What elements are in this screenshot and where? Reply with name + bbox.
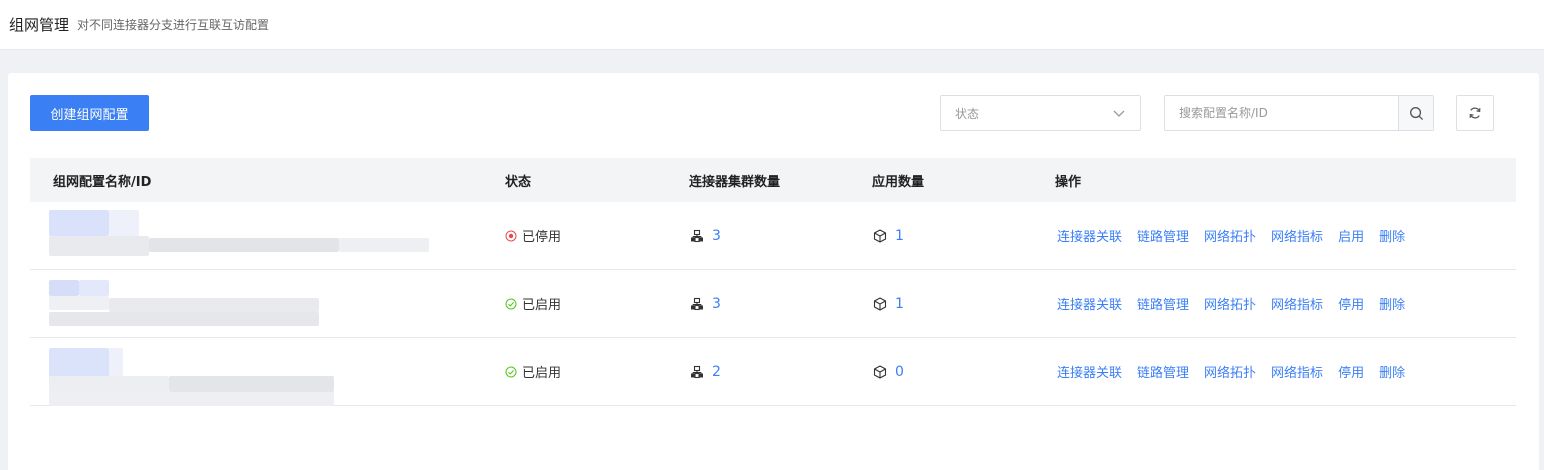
toggle-status-link[interactable]: 停用 [1338, 362, 1364, 381]
column-header-app-count: 应用数量 [872, 174, 925, 190]
table-header: 组网配置名称/ID 状态 连接器集群数量 应用数量 操作 [30, 158, 1516, 202]
cluster-count-link[interactable]: 3 [712, 228, 721, 244]
connector-association-link[interactable]: 连接器关联 [1057, 226, 1122, 245]
network-metrics-link[interactable]: 网络指标 [1271, 226, 1323, 245]
delete-link[interactable]: 删除 [1379, 226, 1405, 245]
app-count-cell: 1 [873, 270, 904, 337]
table-row: 已启用 3 1 连接器关联 链路管理 网络拓扑 网络指标 停用 删除 [30, 270, 1516, 338]
config-name-redacted [49, 208, 429, 264]
check-circle-icon [505, 298, 517, 309]
cube-icon [873, 364, 887, 379]
stop-circle-icon [505, 230, 517, 241]
chevron-down-icon [1113, 110, 1125, 117]
status-text: 已启用 [522, 298, 562, 313]
status-cell: 已启用 [505, 270, 561, 337]
delete-link[interactable]: 删除 [1379, 362, 1405, 381]
table-row: 已停用 3 1 连接器关联 链路管理 网络拓扑 网络指标 启用 删除 [30, 202, 1516, 270]
cluster-count-cell: 3 [690, 270, 721, 337]
app-count-link[interactable]: 1 [895, 228, 904, 244]
status-text: 已启用 [522, 366, 562, 381]
link-management-link[interactable]: 链路管理 [1137, 362, 1189, 381]
cluster-icon [691, 229, 703, 242]
link-management-link[interactable]: 链路管理 [1137, 226, 1189, 245]
cluster-icon [691, 365, 703, 378]
refresh-icon [1469, 107, 1481, 119]
search-box [1164, 95, 1434, 131]
refresh-button[interactable] [1456, 95, 1494, 131]
table-body: 已停用 3 1 连接器关联 链路管理 网络拓扑 网络指标 启用 删除 已启用 3 1 连接器关联 链路管理… [30, 202, 1516, 406]
search-input[interactable] [1165, 96, 1398, 130]
toggle-status-link[interactable]: 停用 [1338, 294, 1364, 313]
cube-icon [873, 228, 887, 243]
column-header-name: 组网配置名称/ID [53, 174, 152, 190]
check-circle-icon [505, 366, 517, 377]
column-header-status: 状态 [505, 174, 532, 190]
status-text: 已停用 [522, 230, 562, 245]
delete-link[interactable]: 删除 [1379, 294, 1405, 313]
toggle-status-link[interactable]: 启用 [1338, 226, 1364, 245]
search-button[interactable] [1398, 96, 1433, 130]
search-icon [1409, 106, 1423, 120]
app-count-link[interactable]: 1 [895, 296, 904, 312]
status-cell: 已停用 [505, 202, 561, 269]
network-topology-link[interactable]: 网络拓扑 [1204, 226, 1256, 245]
cluster-count-link[interactable]: 3 [712, 296, 721, 312]
column-header-actions: 操作 [1055, 174, 1082, 190]
content-card: 创建组网配置 状态 组网配置名称/ID 状态 连接器集群数量 应用数量 操作 已… [8, 73, 1539, 470]
actions-cell: 连接器关联 链路管理 网络拓扑 网络指标 停用 删除 [1057, 338, 1420, 405]
actions-cell: 连接器关联 链路管理 网络拓扑 网络指标 启用 删除 [1057, 202, 1420, 269]
cluster-count-cell: 2 [690, 338, 721, 405]
config-name-redacted [49, 276, 429, 332]
config-name-redacted [49, 344, 429, 406]
table-row: 已启用 2 0 连接器关联 链路管理 网络拓扑 网络指标 停用 删除 [30, 338, 1516, 406]
status-cell: 已启用 [505, 338, 561, 405]
connector-association-link[interactable]: 连接器关联 [1057, 362, 1122, 381]
page-subtitle: 对不同连接器分支进行互联互访配置 [77, 18, 270, 32]
network-metrics-link[interactable]: 网络指标 [1271, 294, 1323, 313]
page-header: 组网管理 对不同连接器分支进行互联互访配置 [0, 0, 1544, 50]
cube-icon [873, 296, 887, 311]
page-title: 组网管理 [9, 16, 70, 34]
create-network-config-button[interactable]: 创建组网配置 [30, 95, 149, 131]
status-filter-placeholder: 状态 [955, 106, 980, 121]
cluster-count-link[interactable]: 2 [712, 364, 721, 380]
status-filter-select[interactable]: 状态 [940, 95, 1141, 131]
actions-cell: 连接器关联 链路管理 网络拓扑 网络指标 停用 删除 [1057, 270, 1420, 337]
app-count-cell: 0 [873, 338, 904, 405]
column-header-cluster-count: 连接器集群数量 [689, 174, 781, 190]
network-metrics-link[interactable]: 网络指标 [1271, 362, 1323, 381]
network-topology-link[interactable]: 网络拓扑 [1204, 362, 1256, 381]
network-topology-link[interactable]: 网络拓扑 [1204, 294, 1256, 313]
link-management-link[interactable]: 链路管理 [1137, 294, 1189, 313]
app-count-cell: 1 [873, 202, 904, 269]
app-count-link[interactable]: 0 [895, 364, 904, 380]
cluster-count-cell: 3 [690, 202, 721, 269]
cluster-icon [691, 297, 703, 310]
connector-association-link[interactable]: 连接器关联 [1057, 294, 1122, 313]
network-config-table: 组网配置名称/ID 状态 连接器集群数量 应用数量 操作 已停用 3 1 连接器关联链… [30, 158, 1516, 406]
